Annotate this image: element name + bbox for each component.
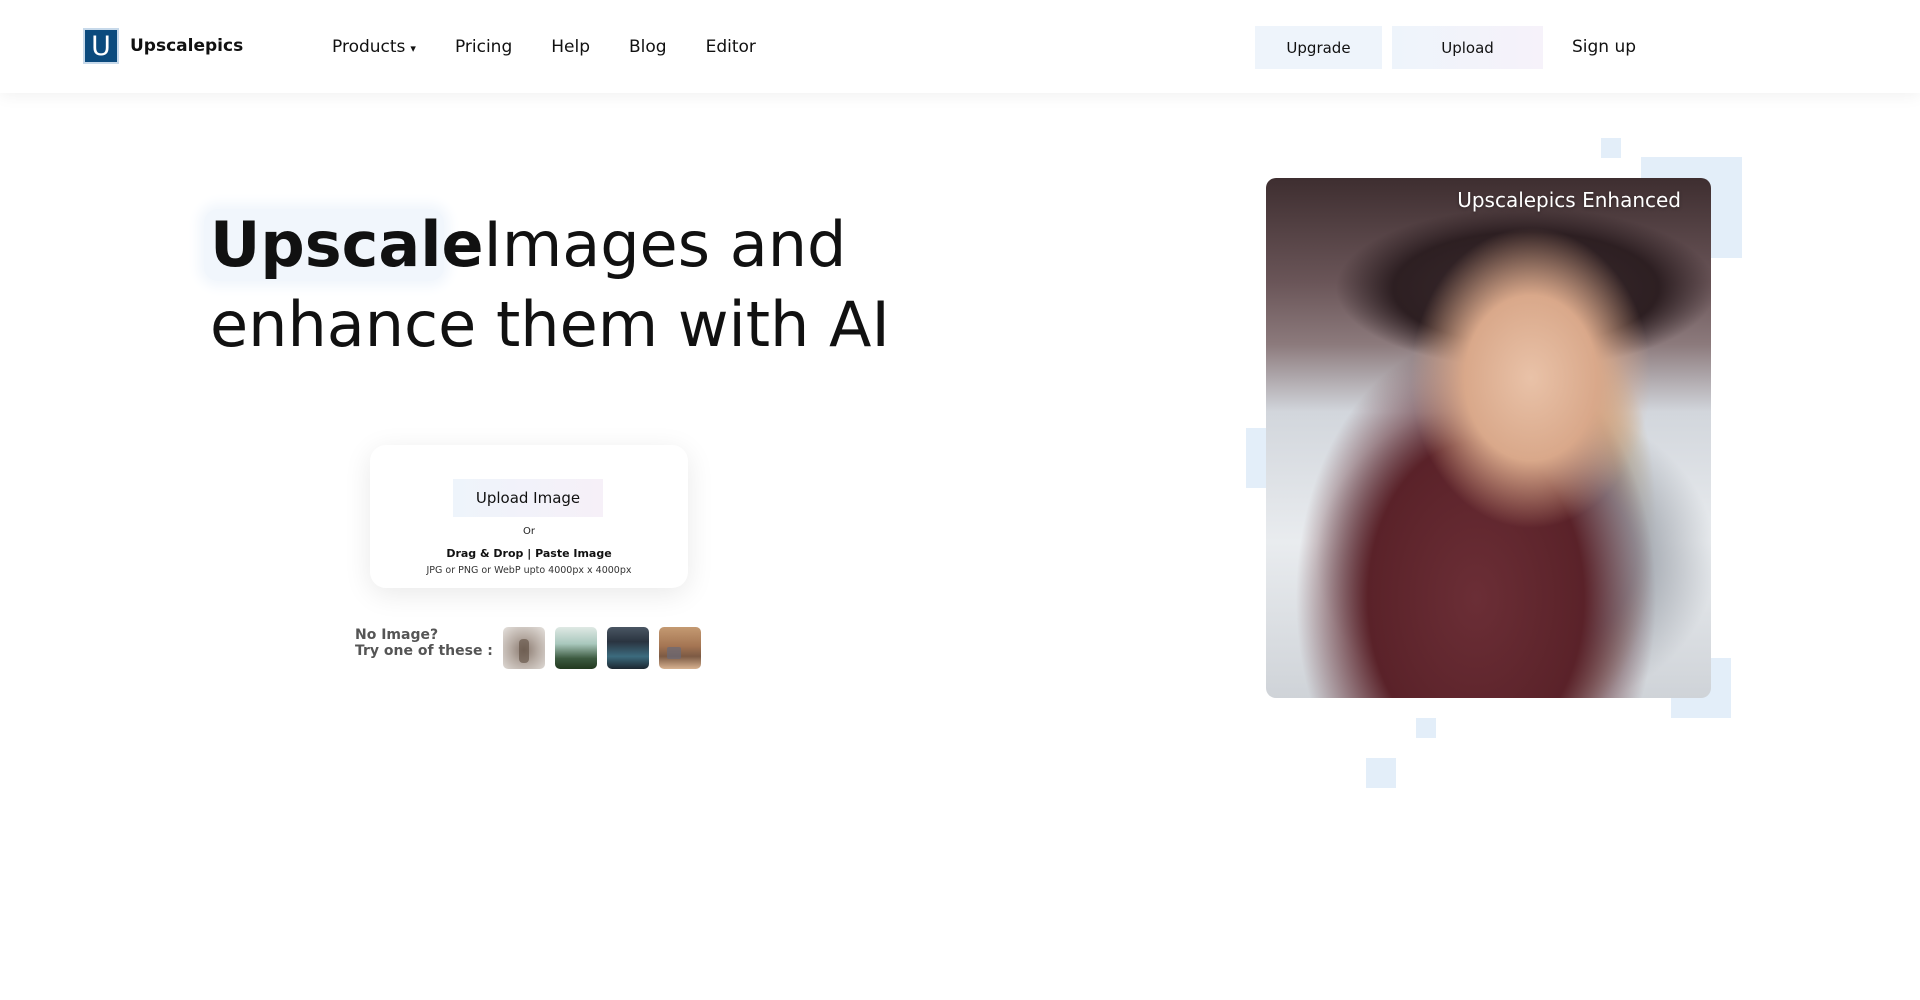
- samples-label-line-1: No Image?: [355, 627, 439, 643]
- sample-thumbnail-3[interactable]: [607, 627, 649, 669]
- nav-item-products-label: Products: [332, 37, 406, 57]
- chevron-down-icon: ▾: [410, 42, 416, 55]
- nav-item-pricing[interactable]: Pricing: [455, 37, 512, 57]
- signup-link[interactable]: Sign up: [1572, 37, 1636, 57]
- nav-item-products[interactable]: Products ▾: [332, 37, 416, 57]
- hero-highlight-word: Upscale: [210, 208, 484, 281]
- sample-thumbnail-1[interactable]: [503, 627, 545, 669]
- enhanced-label: Upscalepics Enhanced: [1457, 188, 1681, 212]
- main-nav: Products ▾ Pricing Help Blog Editor: [332, 37, 795, 57]
- brand-name: Upscalepics: [130, 36, 244, 56]
- hero-highlight: Upscale: [204, 205, 484, 285]
- nav-item-editor[interactable]: Editor: [706, 37, 756, 57]
- sample-thumbnails: [503, 627, 711, 669]
- hero-heading: Upscale Images and enhance them with AI: [204, 205, 970, 365]
- nav-item-help[interactable]: Help: [551, 37, 590, 57]
- sample-thumbnail-2[interactable]: [555, 627, 597, 669]
- sample-thumbnail-4[interactable]: [659, 627, 701, 669]
- samples-label-line-2: Try one of these :: [355, 643, 493, 659]
- upgrade-button[interactable]: Upgrade: [1255, 26, 1382, 69]
- upload-dropzone[interactable]: Upload Image Or Drag & Drop | Paste Imag…: [370, 445, 688, 588]
- upload-image-button[interactable]: Upload Image: [453, 479, 603, 517]
- upload-button[interactable]: Upload: [1392, 26, 1543, 69]
- hero-line-2: enhance them with AI: [210, 288, 890, 361]
- drag-drop-text: Drag & Drop | Paste Image: [446, 547, 612, 560]
- decor-square: [1366, 758, 1396, 788]
- logo-mark: U: [83, 28, 119, 64]
- brand-logo[interactable]: U Upscalepics: [83, 28, 243, 64]
- nav-item-blog[interactable]: Blog: [629, 37, 667, 57]
- format-hint: JPG or PNG or WebP upto 4000px x 4000px: [426, 565, 632, 576]
- top-navbar: U Upscalepics Products ▾ Pricing Help Bl…: [0, 0, 1920, 93]
- hero-line-1: Upscale Images and: [204, 205, 970, 285]
- decor-square: [1416, 718, 1436, 738]
- enhanced-sample-photo: Upscalepics Enhanced: [1266, 178, 1711, 698]
- decor-square: [1601, 138, 1621, 158]
- hero-line-1-rest: Images and: [483, 208, 847, 281]
- or-separator: Or: [523, 526, 535, 537]
- samples-label: No Image? Try one of these :: [355, 627, 493, 659]
